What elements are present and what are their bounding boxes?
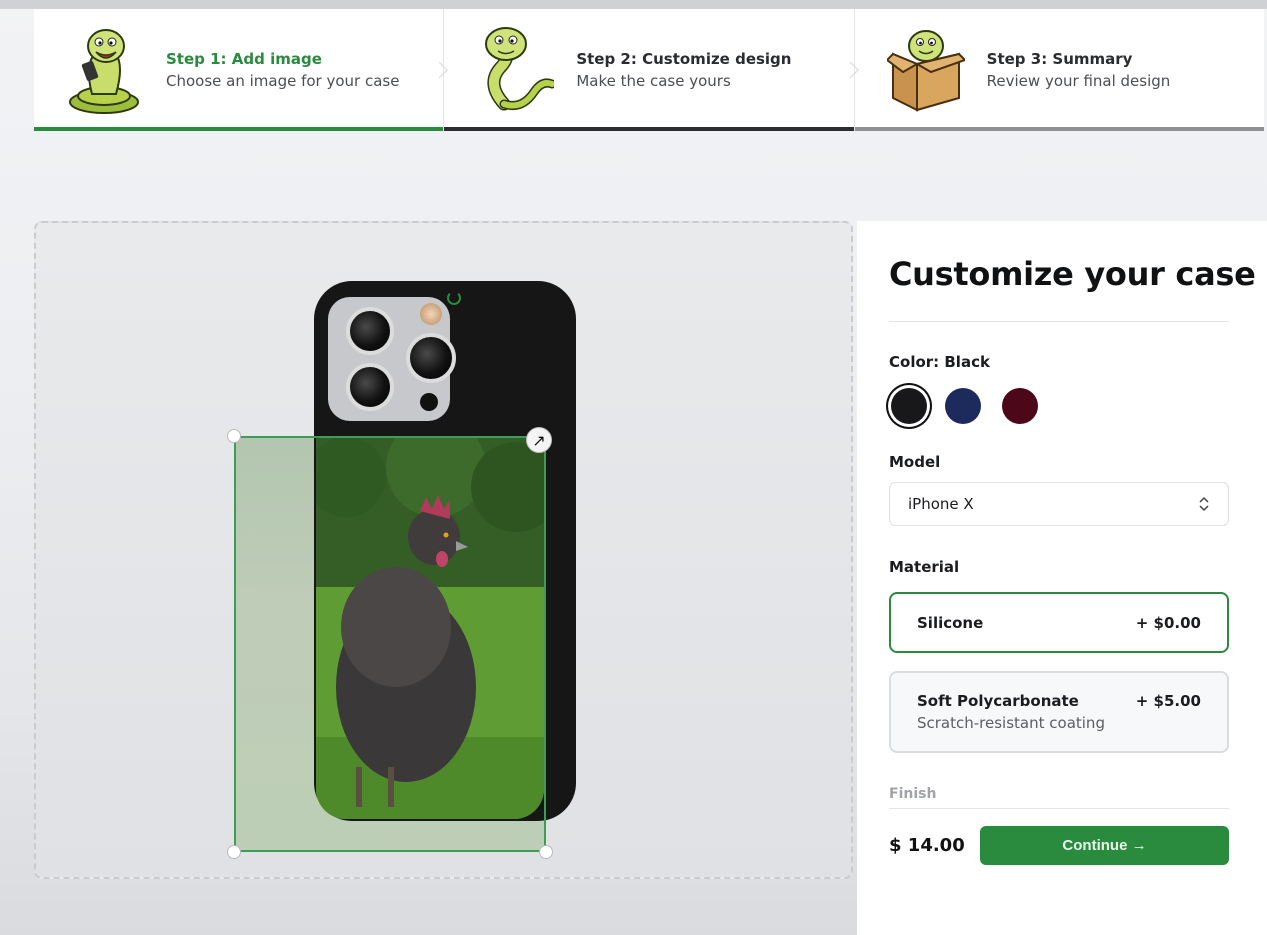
step-subtitle: Review your final design	[986, 72, 1171, 90]
snake-holding-phone-icon	[69, 29, 139, 114]
step-progress-bar	[444, 127, 854, 131]
step-progress-bar	[854, 127, 1264, 131]
divider	[889, 321, 1229, 322]
camera-sensor	[420, 393, 438, 411]
continue-button[interactable]: Continue →	[980, 826, 1229, 865]
model-select-value: iPhone X	[908, 495, 974, 513]
step-subtitle: Choose an image for your case	[166, 72, 400, 90]
step-customize-design[interactable]: Step 2: Customize design Make the case y…	[443, 9, 859, 131]
color-swatch-rose[interactable]	[1002, 388, 1038, 424]
color-swatch-black[interactable]	[891, 388, 927, 424]
finish-label: Finish	[889, 786, 937, 802]
color-label: Color: Black	[889, 353, 990, 371]
model-select[interactable]: iPhone X	[889, 482, 1229, 526]
chevron-right-icon	[438, 61, 449, 79]
step-add-image[interactable]: Step 1: Add image Choose an image for yo…	[34, 9, 449, 131]
camera-lens	[346, 363, 394, 411]
snake-in-box-icon	[886, 30, 965, 112]
resize-handle-top-left[interactable]	[227, 429, 241, 443]
case-preview-area: ↗	[34, 221, 853, 879]
customize-panel: Customize your case Color: Black Model i…	[857, 221, 1267, 935]
step-title: Step 1: Add image	[166, 50, 322, 68]
camera-module	[328, 297, 456, 421]
progress-steps: Step 1: Add image Choose an image for yo…	[34, 9, 1264, 131]
material-description: Scratch-resistant coating	[917, 714, 1105, 732]
material-price: + $0.00	[1135, 613, 1201, 632]
camera-lens	[346, 307, 394, 355]
panel-heading: Customize your case	[889, 255, 1256, 293]
loading-spinner-icon	[447, 291, 461, 305]
step-progress-bar	[34, 127, 444, 131]
step-title: Step 2: Customize design	[576, 50, 792, 68]
resize-handle-bottom-left[interactable]	[227, 845, 241, 859]
resize-handle-bottom-right[interactable]	[539, 845, 553, 859]
material-name: Silicone	[917, 613, 984, 632]
total-price: $ 14.00	[889, 835, 965, 856]
step-title: Step 3: Summary	[986, 50, 1133, 68]
image-resize-frame[interactable]	[234, 436, 546, 852]
step-subtitle: Make the case yours	[576, 72, 731, 90]
material-label: Material	[889, 558, 960, 576]
color-swatch-blue[interactable]	[945, 388, 981, 424]
chevron-right-icon	[849, 61, 859, 79]
chevron-up-down-icon	[1199, 496, 1209, 512]
material-name: Soft Polycarbonate	[917, 692, 1079, 710]
resize-arrow-icon[interactable]: ↗	[526, 427, 552, 453]
model-label: Model	[889, 453, 941, 471]
snake-icon	[485, 27, 555, 111]
browser-top-edge	[0, 0, 1267, 9]
material-option-soft-polycarbonate[interactable]: Soft Polycarbonate + $5.00 Scratch-resis…	[889, 671, 1229, 753]
material-option-silicone[interactable]: Silicone + $0.00	[889, 592, 1229, 653]
camera-flash	[420, 303, 442, 325]
camera-lens	[406, 333, 456, 383]
footer-divider	[889, 808, 1229, 809]
material-price: + $5.00	[1135, 692, 1201, 710]
step-summary[interactable]: Step 3: Summary Review your final design	[853, 9, 1264, 131]
